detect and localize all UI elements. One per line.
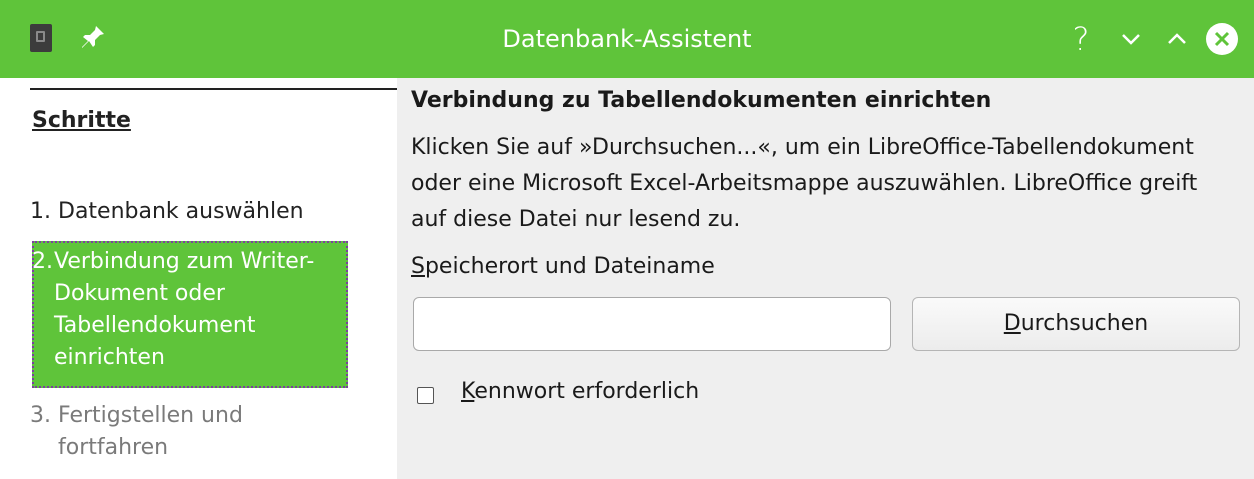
password-label-mnemonic: K xyxy=(461,379,475,404)
help-button[interactable]: ? xyxy=(1062,20,1100,58)
step-number: 3. xyxy=(30,403,51,428)
step-number: 2. xyxy=(32,249,53,274)
minimize-icon[interactable] xyxy=(1112,20,1150,58)
step-label: Verbindung zum Writer-Dokument oder Tabe… xyxy=(54,249,315,370)
browse-button-label: urchsuchen xyxy=(1020,311,1149,336)
password-label-text: ennwort erforderlich xyxy=(474,379,700,404)
location-label-text: peicherort und Dateiname xyxy=(424,254,715,279)
location-label-mnemonic: S xyxy=(411,254,425,279)
sidebar-divider xyxy=(30,88,397,90)
title-bar: Datenbank-Assistent ? xyxy=(0,0,1254,78)
steps-heading: Schritte xyxy=(32,108,131,133)
browse-button[interactable]: Durchsuchen xyxy=(912,297,1240,351)
location-label: Speicherort und Dateiname xyxy=(411,254,715,279)
page-heading: Verbindung zu Tabellendokumenten einrich… xyxy=(411,88,992,113)
step-item-2[interactable]: 2. Verbindung zum Writer-Dokument oder T… xyxy=(32,241,348,388)
help-icon: ? xyxy=(1072,20,1090,58)
password-checkbox[interactable] xyxy=(417,387,434,404)
main-panel: Verbindung zu Tabellendokumenten einrich… xyxy=(397,78,1254,479)
password-checkbox-label[interactable]: Kennwort erforderlich xyxy=(461,379,699,404)
browse-button-mnemonic: D xyxy=(1003,311,1021,336)
description-text: Klicken Sie auf »Durchsuchen...«, um ein… xyxy=(411,135,1198,232)
close-icon[interactable] xyxy=(1203,20,1241,58)
step-label: Datenbank auswählen xyxy=(58,199,304,224)
steps-sidebar: Schritte 1. Datenbank auswählen 2. Verbi… xyxy=(0,78,397,479)
location-input[interactable] xyxy=(413,297,891,351)
step-number: 1. xyxy=(30,199,51,224)
maximize-icon[interactable] xyxy=(1158,20,1196,58)
document-icon[interactable] xyxy=(30,24,52,52)
step-label: Fertigstellen und fortfahren xyxy=(58,403,243,460)
pin-icon[interactable] xyxy=(78,22,108,52)
